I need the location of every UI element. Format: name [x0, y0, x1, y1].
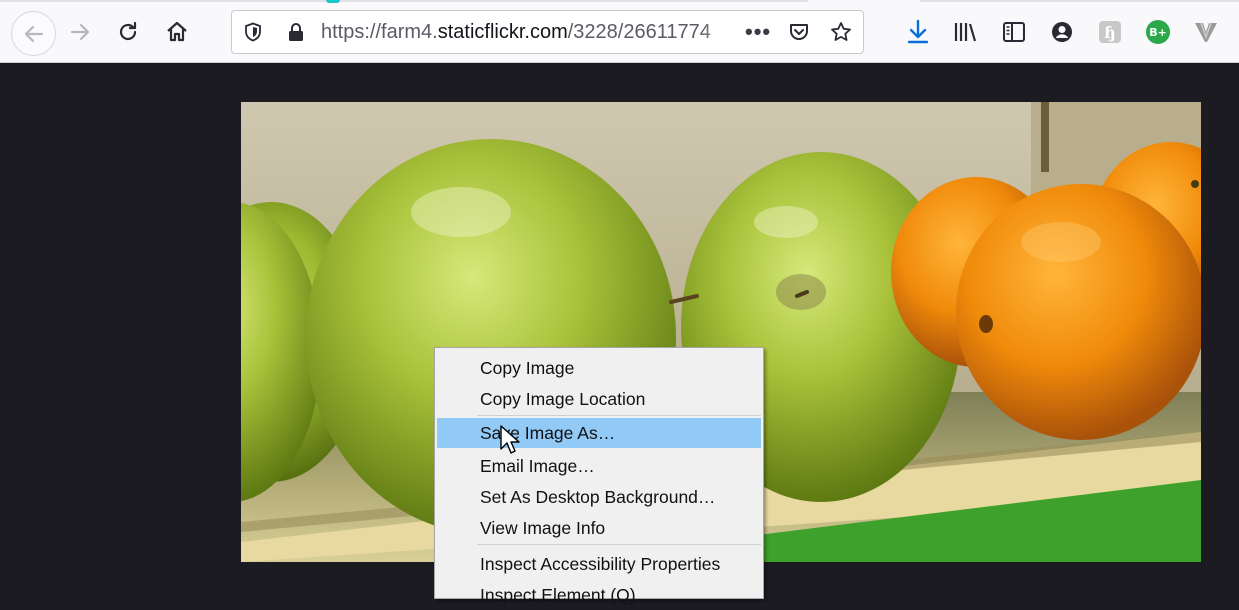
menu-item-view-image-info[interactable]: View Image Info	[437, 513, 761, 543]
menu-item-copy-image-location[interactable]: Copy Image Location	[437, 384, 761, 414]
url-fade	[702, 17, 742, 47]
tab-indicator	[326, 0, 340, 3]
mouse-pointer-icon	[500, 425, 520, 460]
url-bar[interactable]: https://farm4.staticflickr.com/3228/2661…	[231, 10, 864, 54]
context-menu: Copy Image Copy Image Location Save Imag…	[434, 347, 764, 605]
reload-button[interactable]	[108, 12, 148, 52]
h-extension-icon[interactable]: ɧ	[1096, 18, 1124, 46]
menu-item-inspect-accessibility[interactable]: Inspect Accessibility Properties	[437, 549, 761, 579]
url-text[interactable]: https://farm4.staticflickr.com/3228/2661…	[321, 21, 731, 43]
home-icon	[165, 20, 189, 44]
pocket-icon[interactable]	[788, 21, 810, 43]
back-button[interactable]	[11, 11, 56, 56]
navigation-toolbar: https://farm4.staticflickr.com/3228/2661…	[0, 0, 1239, 63]
menu-item-inspect-element[interactable]: Inspect Element (Q)	[437, 580, 761, 610]
active-tab-edge	[808, 0, 920, 2]
bplus-extension-icon[interactable]: B+	[1144, 18, 1172, 46]
page-actions-icon[interactable]: •••	[745, 21, 771, 43]
menu-item-save-image-as[interactable]: Save Image As…	[437, 418, 761, 448]
url-prefix: https://farm4.	[321, 21, 438, 43]
menu-separator	[477, 544, 761, 545]
v-extension-icon[interactable]	[1192, 18, 1220, 46]
library-icon[interactable]	[952, 18, 980, 46]
star-icon[interactable]	[830, 21, 852, 43]
menu-separator	[477, 415, 761, 416]
reload-icon	[116, 20, 140, 44]
menu-item-email-image[interactable]: Email Image…	[437, 451, 761, 481]
account-icon[interactable]	[1048, 18, 1076, 46]
tab-strip-edge	[0, 0, 1239, 2]
back-arrow-icon	[22, 22, 46, 46]
shield-icon[interactable]	[242, 21, 264, 43]
url-suffix: /3228/26611774	[567, 21, 711, 43]
menu-item-copy-image[interactable]: Copy Image	[437, 353, 761, 383]
url-domain: staticflickr.com	[437, 21, 568, 43]
download-icon[interactable]	[904, 18, 932, 46]
lock-icon[interactable]	[285, 21, 307, 43]
sidebar-icon[interactable]	[1000, 18, 1028, 46]
menu-item-set-desktop-background[interactable]: Set As Desktop Background…	[437, 482, 761, 512]
forward-arrow-icon	[68, 20, 92, 44]
home-button[interactable]	[157, 12, 197, 52]
forward-button[interactable]	[60, 12, 100, 52]
